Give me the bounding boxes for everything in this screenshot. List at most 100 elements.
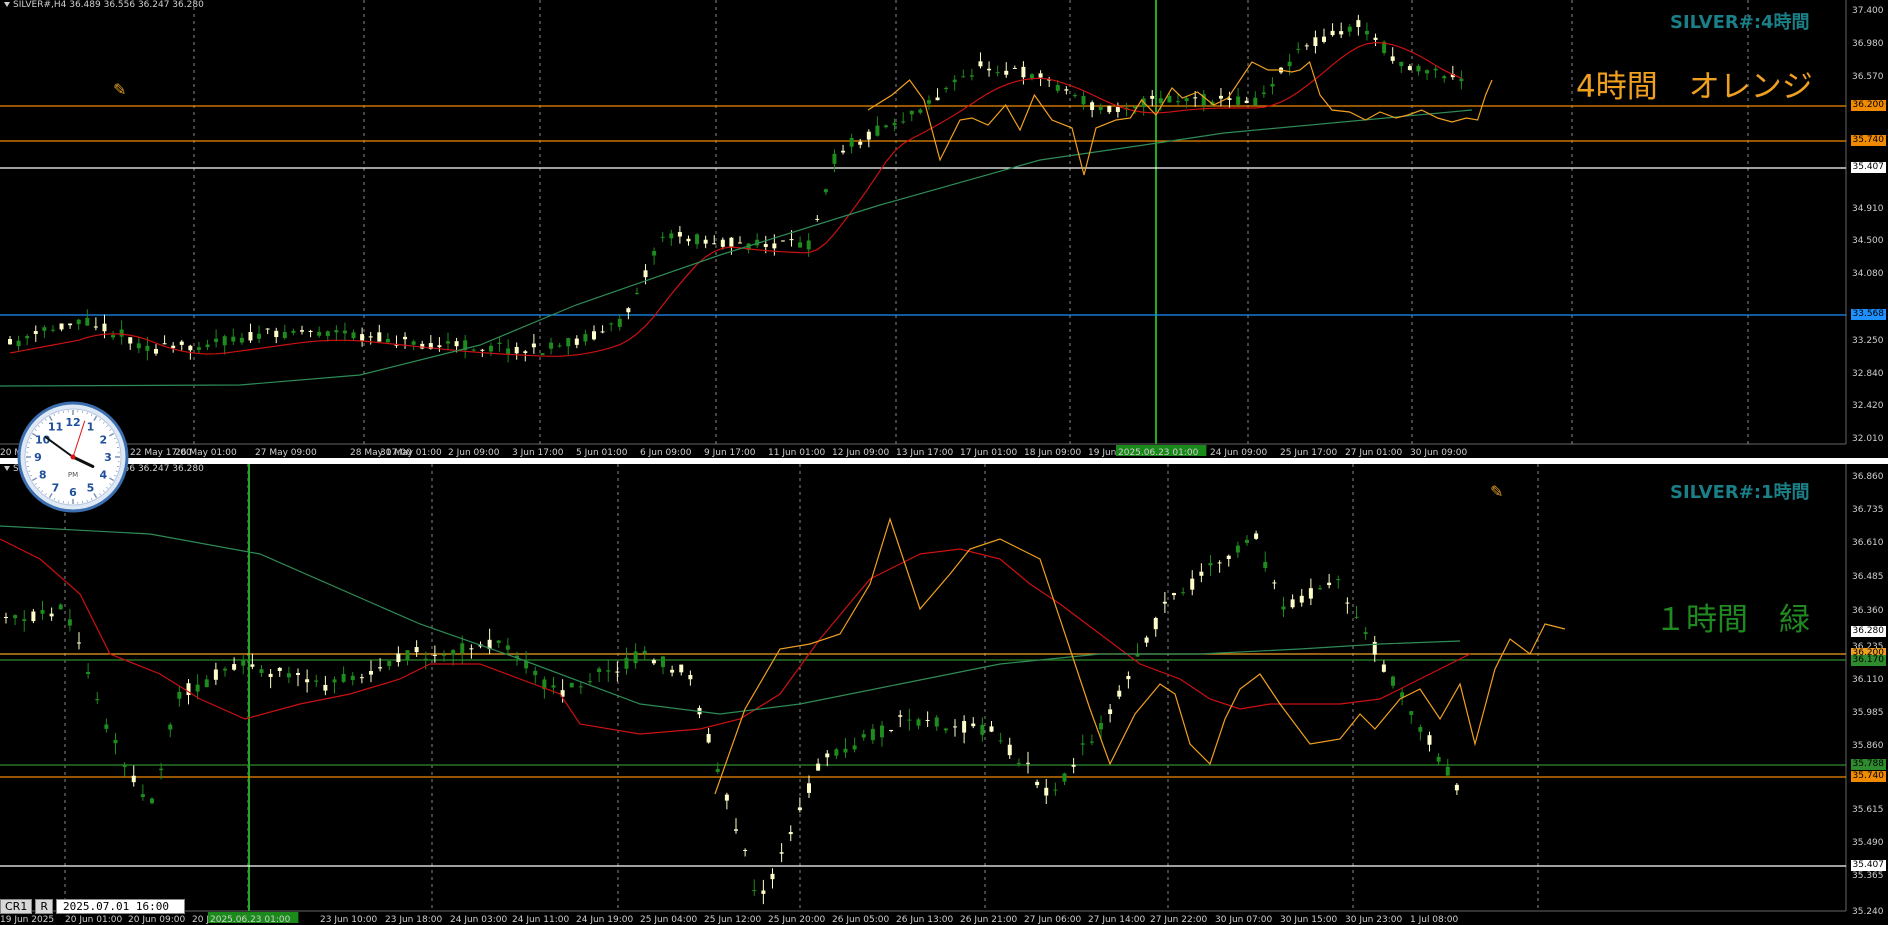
candle-body: [583, 334, 588, 342]
candle-body: [712, 243, 717, 245]
h4-symbol-title: SILVER#:4時間: [1670, 12, 1810, 33]
time-tick-label: 24 Jun 19:00: [576, 915, 633, 925]
price-tick-label: 36.110: [1852, 675, 1884, 685]
candle-body: [1373, 37, 1378, 40]
time-tick-label: 24 Jun 09:00: [1210, 448, 1267, 458]
candle-body: [961, 76, 966, 78]
price-badge: 35.740: [1850, 135, 1886, 146]
candle-body: [314, 680, 319, 682]
candle-body: [405, 650, 410, 661]
pencil-icon[interactable]: ✎: [113, 80, 126, 99]
time-tick-label: 12 Jun 09:00: [832, 448, 889, 458]
candle-body: [557, 345, 562, 347]
candle-body: [277, 667, 282, 671]
candle-body: [669, 233, 674, 239]
candle-body: [286, 673, 291, 678]
candle-body: [569, 682, 574, 688]
price-badge: 33.568: [1850, 309, 1886, 320]
time-tick-label: 30 May 01:00: [380, 448, 442, 458]
candle-body: [875, 125, 880, 136]
candle-body: [1167, 95, 1172, 103]
candle-body: [171, 345, 176, 349]
candle-body: [1263, 561, 1268, 569]
candle-body: [232, 664, 237, 670]
candle-body: [1318, 588, 1322, 590]
h4-chart-panel[interactable]: 37.400 36.980 36.570 36.200 35.740 35.407 34.9…: [0, 0, 1888, 458]
candle-body: [1281, 606, 1286, 610]
candle-body: [42, 327, 47, 331]
candle-body: [934, 717, 939, 727]
ma-fast-line: [0, 538, 1471, 735]
candle-body: [136, 343, 141, 349]
price-tick-label: 35.240: [1852, 907, 1884, 917]
time-tick-label: 30 Jun 07:00: [1215, 915, 1272, 925]
price-tick-label: 36.360: [1852, 606, 1884, 616]
candle-body: [858, 141, 863, 145]
candle-body: [892, 122, 897, 126]
clock-number: 9: [34, 451, 42, 464]
time-tick-label: 11 Jun 01:00: [768, 448, 825, 458]
price-tick-label: 36.485: [1852, 572, 1884, 582]
candle-body: [661, 656, 665, 668]
chip-cr1[interactable]: CR1: [0, 898, 33, 914]
candle-body: [241, 660, 246, 666]
candle-body: [916, 719, 921, 726]
time-tick-label: 27 Jun 06:00: [1024, 915, 1081, 925]
candle-body: [633, 651, 638, 664]
candle-body: [1026, 762, 1030, 764]
candle-body: [615, 671, 620, 673]
candle-body: [1007, 744, 1012, 756]
pencil-icon[interactable]: ✎: [1490, 482, 1503, 501]
candle-body: [841, 150, 846, 153]
candle-body: [1016, 762, 1021, 764]
candle-body: [1208, 563, 1213, 566]
candle-body: [670, 669, 675, 673]
clock-number: 3: [104, 451, 112, 464]
candle-body: [188, 345, 193, 351]
candle-body: [1099, 722, 1103, 730]
candle-body: [1313, 37, 1318, 47]
candle-body: [889, 729, 894, 731]
h1-chart-panel[interactable]: 36.86036.73536.61036.48536.36036.28036.2…: [0, 464, 1888, 925]
candle-body: [549, 342, 554, 349]
candle-body: [159, 768, 164, 771]
price-tick-label: 36.980: [1852, 39, 1884, 49]
candle-body: [387, 661, 392, 667]
candle-body: [113, 739, 118, 744]
candle-body: [1296, 48, 1301, 50]
price-tick-label: 36.860: [1852, 472, 1884, 482]
time-tick-label: 20 Jun 09:00: [128, 915, 185, 925]
candle-body: [995, 72, 1000, 74]
candle-body: [677, 232, 682, 237]
candle-body: [703, 239, 708, 244]
candle-body: [231, 336, 236, 342]
candle-body: [25, 335, 30, 339]
candle-body: [1308, 588, 1313, 599]
candle-body: [1108, 709, 1113, 714]
candle-body: [162, 343, 167, 345]
candle-body: [1089, 741, 1094, 743]
chip-r[interactable]: R: [35, 898, 53, 914]
candle-body: [1098, 107, 1103, 110]
candle-body: [1193, 97, 1198, 99]
candle-body: [852, 745, 857, 750]
candle-body: [95, 699, 100, 701]
candle-body: [695, 234, 700, 245]
candle-body: [300, 330, 304, 332]
time-tick-label: 26 Jun 21:00: [960, 915, 1017, 925]
candle-body: [642, 650, 647, 654]
candle-body: [480, 349, 485, 351]
time-tick-label: 2025.06.23 01:00: [1118, 448, 1199, 458]
clock-number: 1: [87, 421, 95, 434]
h1-chart-canvas[interactable]: 36.86036.73536.61036.48536.36036.28036.2…: [0, 464, 1888, 925]
price-badge: 35.407: [1850, 162, 1886, 173]
candle-body: [606, 670, 611, 672]
time-tick-label: 27 May 09:00: [255, 448, 317, 458]
candle-body: [451, 650, 456, 655]
candle-body: [898, 715, 903, 717]
candle-body: [763, 244, 768, 247]
candle-body: [523, 351, 528, 353]
time-tick-label: 18 Jun 09:00: [1024, 448, 1081, 458]
candle-body: [497, 342, 502, 345]
time-tick-label: 13 Jun 17:00: [896, 448, 953, 458]
